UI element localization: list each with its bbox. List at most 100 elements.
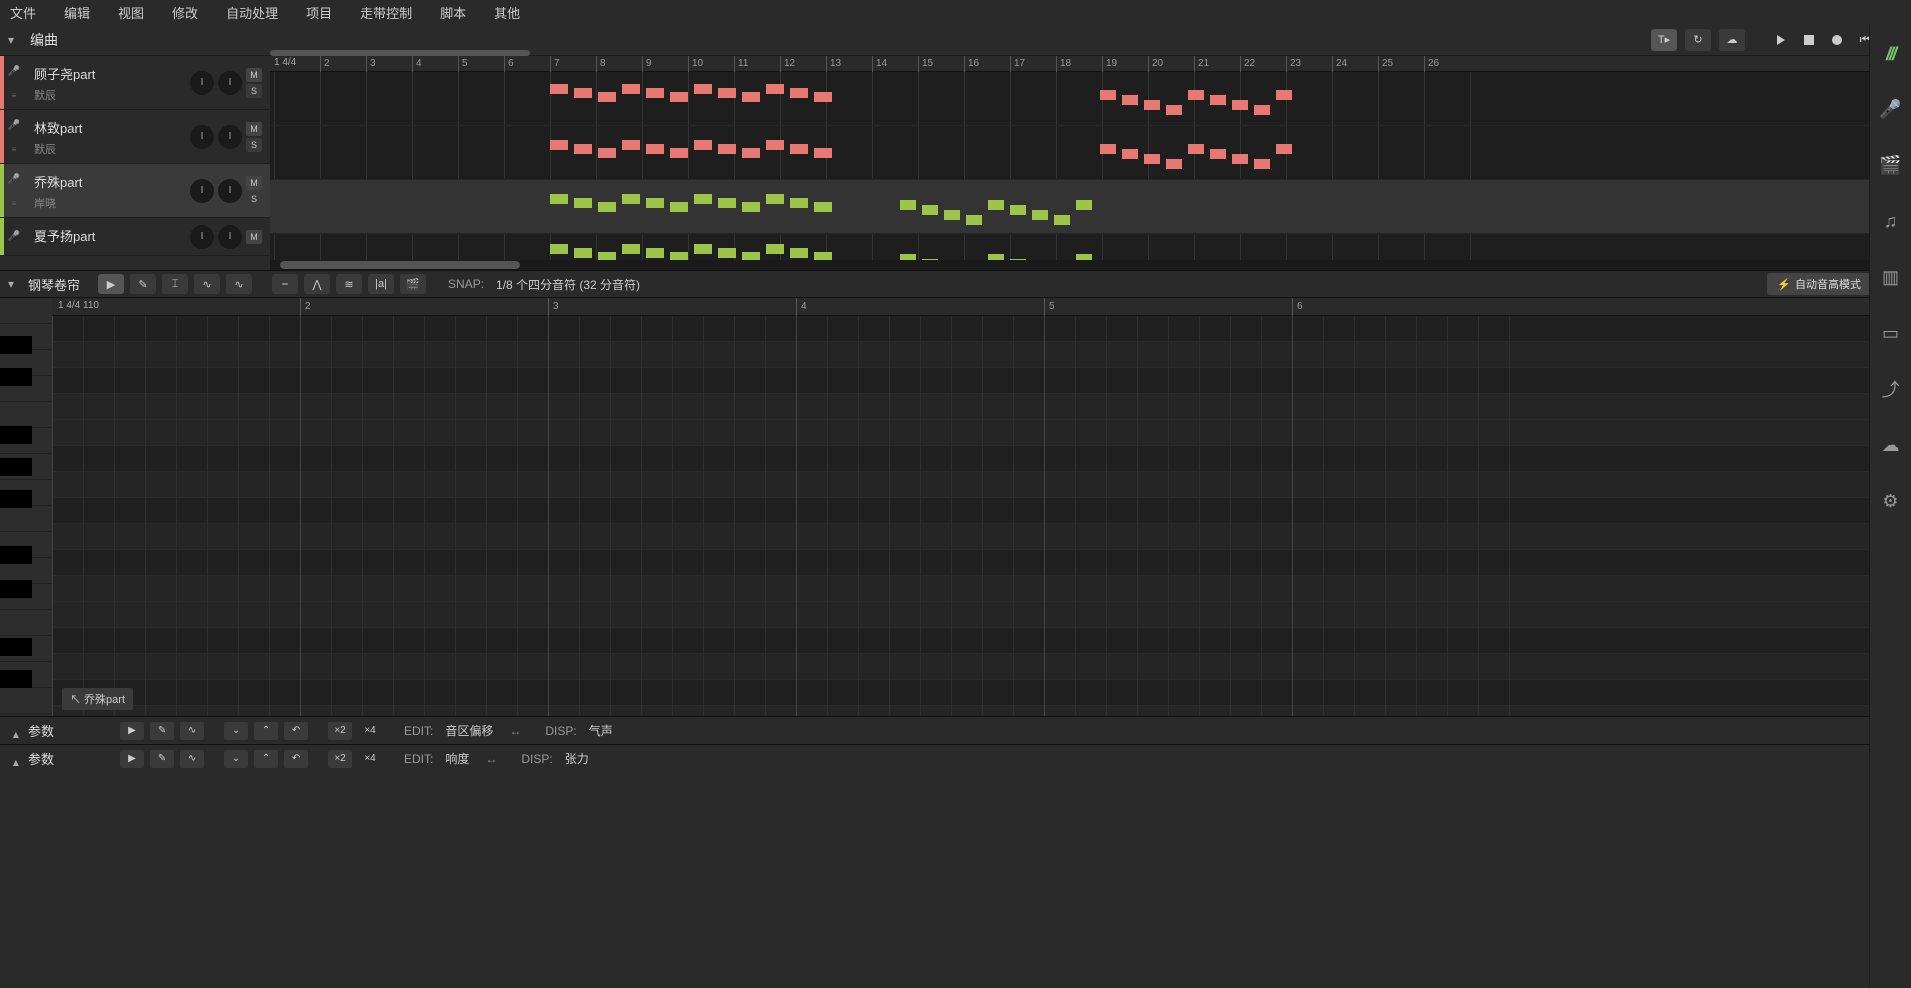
midi-clip[interactable] (574, 248, 592, 258)
midi-clip[interactable] (944, 210, 960, 220)
tool-curve2[interactable]: ∿ (226, 274, 252, 294)
arrangement-ruler[interactable]: 1 4/4 2345678910111213141516171819202122… (270, 56, 1911, 72)
menu-edit[interactable]: 编辑 (64, 3, 90, 22)
snap-value[interactable]: 1/8 个四分音符 (32 分音符) (496, 276, 640, 293)
param-arrows-icon[interactable]: ↔ (485, 752, 499, 766)
track-vol-knob[interactable]: I (190, 71, 214, 95)
menu-other[interactable]: 其他 (494, 3, 520, 22)
tool-text[interactable]: |a| (368, 274, 394, 294)
tool-curve1[interactable]: ∿ (194, 274, 220, 294)
pianoroll-breadcrumb[interactable]: ↖ 乔殊part (62, 688, 133, 710)
param-tool-pointer[interactable]: ▶ (120, 722, 144, 740)
track-pan-knob[interactable]: I (218, 125, 242, 149)
midi-clip[interactable] (790, 144, 808, 154)
param-tool-down[interactable]: ⌄ (224, 722, 248, 740)
midi-clip[interactable] (1054, 215, 1070, 225)
midi-clip[interactable] (1232, 154, 1248, 164)
param-tool-curve[interactable]: ∿ (180, 722, 204, 740)
menu-file[interactable]: 文件 (10, 3, 36, 22)
midi-clip[interactable] (814, 202, 832, 212)
midi-clip[interactable] (790, 198, 808, 208)
menu-view[interactable]: 视图 (118, 3, 144, 22)
track-row[interactable]: 🎤≡ 林致part 默辰 I I M S (0, 110, 270, 164)
track-row[interactable]: 🎤≡ 乔殊part 岸晓 I I M S (0, 164, 270, 218)
midi-clip[interactable] (1232, 100, 1248, 110)
midi-clip[interactable] (1010, 205, 1026, 215)
track-row[interactable]: 🎤≡ 顾子尧part 默辰 I I M S (0, 56, 270, 110)
midi-clip[interactable] (988, 200, 1004, 210)
record-button[interactable] (1827, 30, 1847, 50)
midi-clip[interactable] (1210, 95, 1226, 105)
arrangement-bottom-scrollbar[interactable] (270, 260, 1911, 270)
play-button[interactable] (1771, 30, 1791, 50)
param-tool-up[interactable]: ⌃ (254, 722, 278, 740)
midi-clip[interactable] (742, 92, 760, 102)
midi-clip[interactable] (966, 215, 982, 225)
midi-clip[interactable] (790, 248, 808, 258)
pianoroll-grid[interactable]: 1 4/4 110 23456 (52, 298, 1911, 716)
param-collapse-icon[interactable]: ▸ (8, 752, 22, 766)
midi-clip[interactable] (1276, 90, 1292, 100)
pianoroll-ruler[interactable]: 1 4/4 110 23456 (52, 298, 1911, 316)
solo-button[interactable]: S (246, 138, 262, 152)
param-tool-pointer[interactable]: ▶ (120, 750, 144, 768)
sidebar-library-icon[interactable]: ▥ (1879, 265, 1903, 289)
solo-button[interactable]: S (246, 192, 262, 206)
track-pan-knob[interactable]: I (218, 71, 242, 95)
midi-clip[interactable] (718, 198, 736, 208)
midi-clip[interactable] (622, 244, 640, 254)
midi-clip[interactable] (1166, 105, 1182, 115)
tool-link[interactable]: ⌶ (162, 274, 188, 294)
tool-zigzag[interactable]: ⋀ (304, 274, 330, 294)
midi-clip[interactable] (598, 148, 616, 158)
sidebar-doc-icon[interactable]: ▭ (1879, 321, 1903, 345)
param-x2[interactable]: ×2 (328, 750, 352, 768)
param-collapse-icon[interactable]: ▸ (8, 724, 22, 738)
midi-clip[interactable] (694, 244, 712, 254)
midi-clip[interactable] (1032, 210, 1048, 220)
midi-clip[interactable] (550, 84, 568, 94)
midi-clip[interactable] (694, 140, 712, 150)
disp-value[interactable]: 张力 (565, 750, 589, 767)
solo-button[interactable]: S (246, 84, 262, 98)
lane[interactable] (270, 72, 1911, 126)
tool-clapper[interactable]: 🎬 (400, 274, 426, 294)
midi-clip[interactable] (1166, 159, 1182, 169)
midi-clip[interactable] (598, 92, 616, 102)
tool-pencil[interactable]: ✎ (130, 274, 156, 294)
midi-clip[interactable] (574, 88, 592, 98)
midi-clip[interactable] (1254, 105, 1270, 115)
midi-clip[interactable] (814, 92, 832, 102)
midi-clip[interactable] (1210, 149, 1226, 159)
menu-modify[interactable]: 修改 (172, 3, 198, 22)
midi-clip[interactable] (694, 194, 712, 204)
track-lanes[interactable] (270, 72, 1911, 270)
track-vol-knob[interactable]: I (190, 179, 214, 203)
midi-clip[interactable] (766, 194, 784, 204)
midi-clip[interactable] (1144, 100, 1160, 110)
menu-auto[interactable]: 自动处理 (226, 3, 278, 22)
mute-button[interactable]: M (246, 230, 262, 244)
midi-clip[interactable] (718, 144, 736, 154)
menu-transport[interactable]: 走带控制 (360, 3, 412, 22)
timeline-area[interactable]: ☰ 1 4/4 23456789101112131415161718192021… (270, 56, 1911, 270)
midi-clip[interactable] (646, 144, 664, 154)
midi-clip[interactable] (550, 244, 568, 254)
midi-clip[interactable] (1100, 144, 1116, 154)
param-arrows-icon[interactable]: ↔ (509, 724, 523, 738)
edit-value[interactable]: 响度 (445, 750, 469, 767)
param-x4[interactable]: ×4 (358, 722, 382, 740)
midi-clip[interactable] (922, 205, 938, 215)
param-x4[interactable]: ×4 (358, 750, 382, 768)
stop-button[interactable] (1799, 30, 1819, 50)
midi-clip[interactable] (1188, 90, 1204, 100)
tool-loop[interactable]: ↻ (1685, 29, 1711, 51)
track-pan-knob[interactable]: I (218, 225, 242, 249)
midi-clip[interactable] (550, 194, 568, 204)
midi-clip[interactable] (574, 144, 592, 154)
sidebar-music-icon[interactable]: ♫ (1879, 209, 1903, 233)
mute-button[interactable]: M (246, 176, 262, 190)
param-tool-pencil[interactable]: ✎ (150, 722, 174, 740)
track-pan-knob[interactable]: I (218, 179, 242, 203)
mute-button[interactable]: M (246, 68, 262, 82)
